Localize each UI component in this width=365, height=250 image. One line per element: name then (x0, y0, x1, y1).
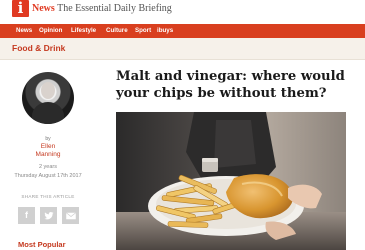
facebook-share-button[interactable]: f (18, 207, 35, 224)
author-name-text: Ellen Manning (35, 143, 61, 158)
twitter-icon (43, 211, 54, 223)
email-icon (65, 211, 76, 222)
article-headline: Malt and vinegar: where would your chips… (116, 69, 345, 101)
avatar-body (32, 102, 64, 124)
brand-title[interactable]: News The Essential Daily Briefing (32, 0, 172, 17)
nav-item-news[interactable]: News (16, 24, 32, 38)
publish-date: Thursday August 17th 2017 (14, 173, 82, 179)
email-share-button[interactable] (62, 207, 79, 224)
fish-and-chips-photo (116, 112, 346, 250)
nav-item-sport[interactable]: Sport (135, 24, 151, 38)
nav-item-culture[interactable]: Culture (106, 24, 128, 38)
nav-item-opinion[interactable]: Opinion (39, 24, 62, 38)
time-ago: 2 years (38, 164, 58, 170)
brand-name: News (32, 3, 55, 14)
nav-item-ibuys[interactable]: ibuys (157, 24, 173, 38)
section-title[interactable]: Food & Drink (12, 43, 65, 53)
main-nav: News Opinion Lifestyle Culture Sport ibu… (0, 24, 365, 38)
share-label: SHARE THIS ARTICLE (21, 194, 75, 199)
brand-tagline: The Essential Daily Briefing (57, 3, 172, 14)
article-hero-image (116, 112, 346, 250)
byline-label: by (45, 136, 51, 142)
nav-item-lifestyle[interactable]: Lifestyle (71, 24, 96, 38)
masthead: i News The Essential Daily Briefing (0, 0, 365, 20)
twitter-share-button[interactable] (40, 207, 57, 224)
avatar-face (41, 82, 55, 99)
author-name[interactable]: Ellen Manning (0, 143, 96, 159)
i-logo[interactable]: i (12, 0, 29, 17)
facebook-icon: f (25, 210, 28, 220)
most-popular-heading: Most Popular (18, 240, 66, 249)
author-avatar[interactable] (22, 72, 74, 124)
